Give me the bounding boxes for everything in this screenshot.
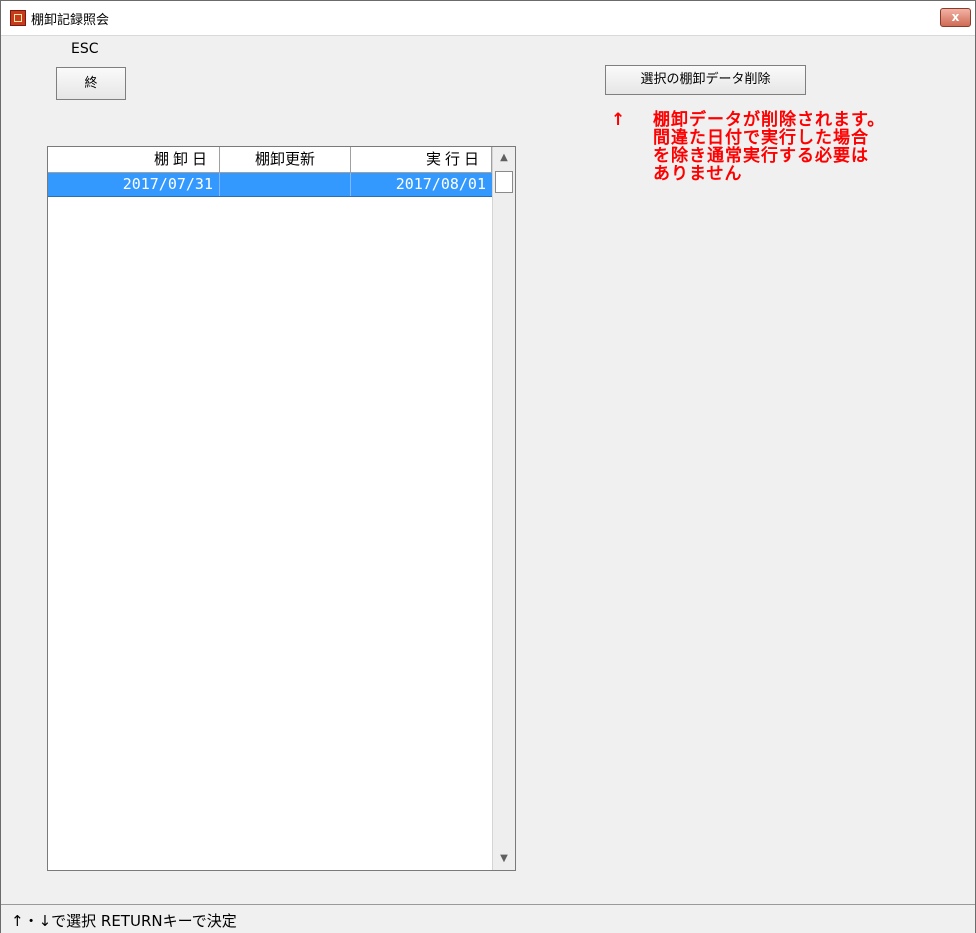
note-line: ありません xyxy=(653,164,743,184)
scroll-down-arrow-icon[interactable]: ▼ xyxy=(493,848,515,870)
title-bar: 棚卸記録照会 x xyxy=(1,1,975,36)
close-button[interactable]: x xyxy=(940,8,971,27)
up-arrow-icon: ↑ xyxy=(611,110,626,130)
table-row-selected[interactable]: 2017/07/31 2017/08/01 xyxy=(48,173,492,197)
cell-inventory-date: 2017/07/31 xyxy=(48,173,220,196)
esc-key-label: ESC xyxy=(71,41,99,57)
app-window: 棚卸記録照会 x ESC 終 選択の棚卸データ削除 ↑ 棚卸データが削除されます… xyxy=(0,0,976,933)
window-title: 棚卸記録照会 xyxy=(31,13,110,28)
inventory-record-grid[interactable]: 棚卸日 棚卸更新 実行日 2017/07/31 2017/08/01 ▲ ▼ xyxy=(47,146,516,871)
cell-inventory-update xyxy=(220,173,351,196)
vertical-scrollbar[interactable]: ▲ ▼ xyxy=(492,147,515,870)
status-bar: ↑・↓で選択 RETURNキーで決定 xyxy=(1,904,975,933)
app-icon xyxy=(10,10,26,26)
grid-header: 棚卸日 棚卸更新 実行日 xyxy=(48,147,492,173)
note-line: 間違た日付で実行した場合 xyxy=(653,128,869,148)
column-header-inventory-update[interactable]: 棚卸更新 xyxy=(220,147,351,172)
note-line: 棚卸データが削除されます。 xyxy=(653,110,886,130)
cell-execution-date: 2017/08/01 xyxy=(395,175,486,193)
end-button[interactable]: 終 xyxy=(56,67,126,100)
scrollbar-thumb[interactable] xyxy=(495,171,513,193)
note-line: を除き通常実行する必要は xyxy=(653,146,869,166)
column-header-inventory-date[interactable]: 棚卸日 xyxy=(48,147,220,172)
column-header-execution-date[interactable]: 実行日 xyxy=(351,147,492,172)
status-hint-text: ↑・↓で選択 RETURNキーで決定 xyxy=(11,912,237,930)
scroll-up-arrow-icon[interactable]: ▲ xyxy=(493,147,515,169)
delete-selected-inventory-button[interactable]: 選択の棚卸データ削除 xyxy=(605,65,806,95)
